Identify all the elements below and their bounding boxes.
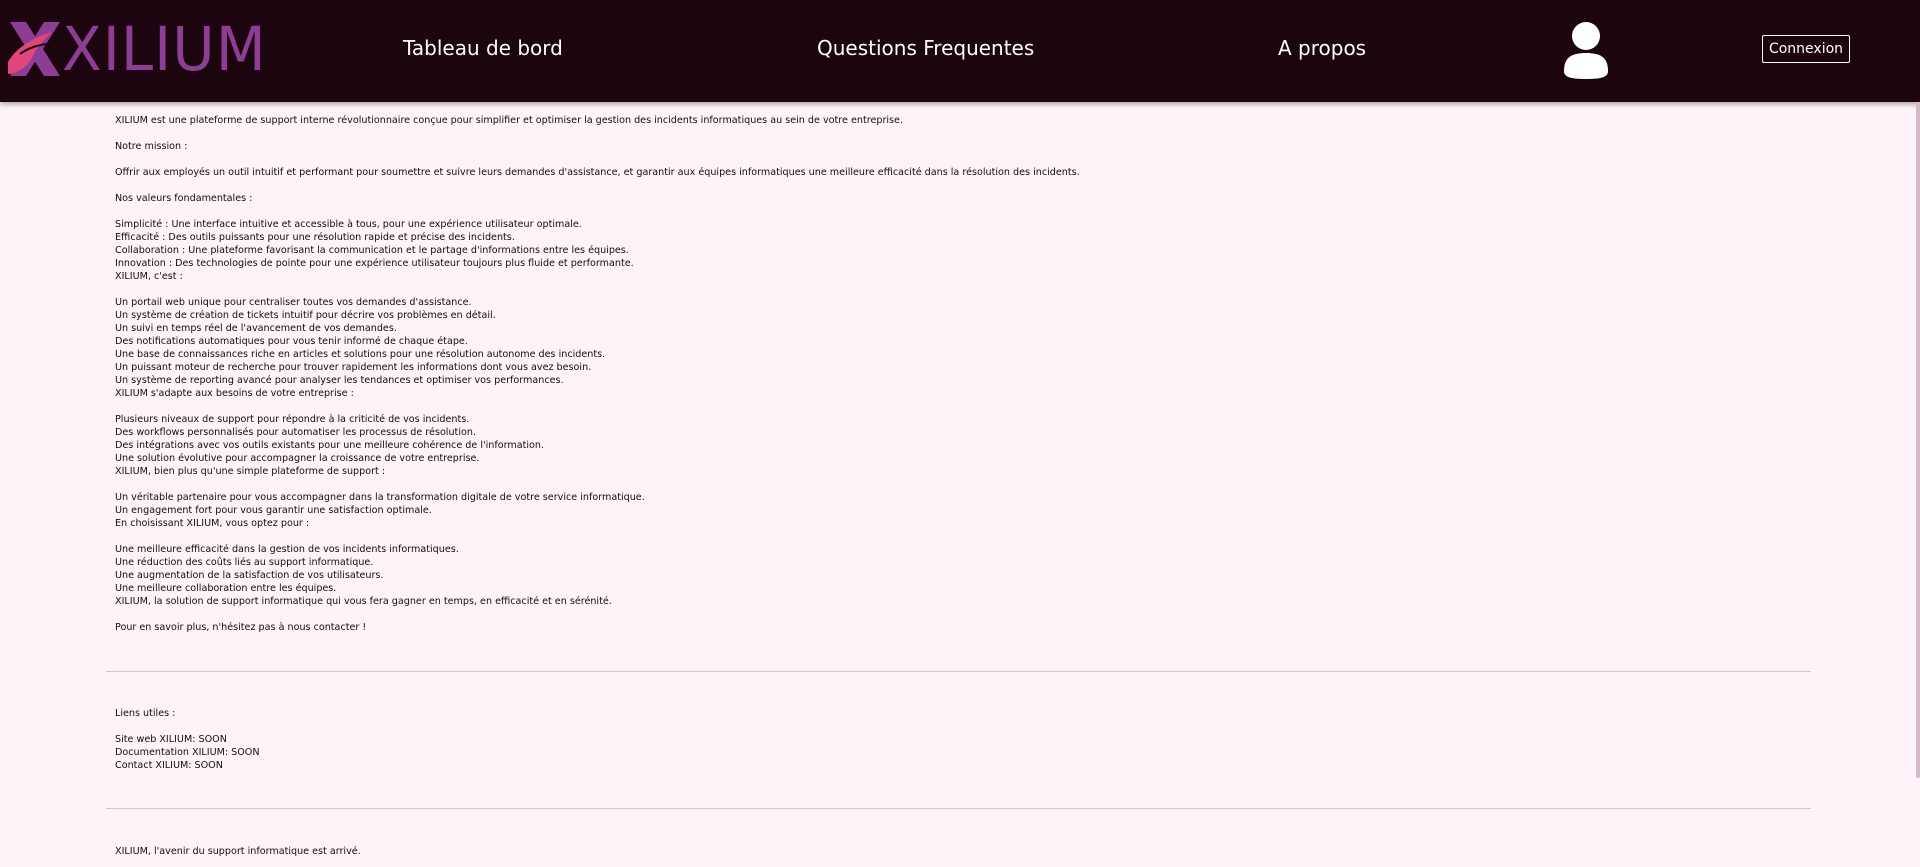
nav-link-faq[interactable]: Questions Frequentes: [817, 36, 1034, 60]
logo-mark-icon: [8, 22, 60, 76]
adapt-item: Une solution évolutive pour accompagner …: [115, 453, 480, 464]
value-item: Collaboration : Une plateforme favorisan…: [115, 245, 629, 256]
user-avatar-icon[interactable]: [1562, 21, 1610, 79]
feature-item: Un suivi en temps réel de l'avancement d…: [115, 323, 397, 334]
useful-links: Liens utiles : Site web XILIUM: SOON Doc…: [115, 707, 260, 772]
adapt-item: Plusieurs niveaux de support pour répond…: [115, 414, 470, 425]
links-title: Liens utiles :: [115, 708, 176, 719]
intro-text: XILIUM est une plateforme de support int…: [115, 115, 903, 126]
values-title: Nos valeurs fondamentales :: [115, 193, 253, 204]
login-button[interactable]: Connexion: [1762, 35, 1850, 63]
more-item: Un véritable partenaire pour vous accomp…: [115, 492, 645, 503]
footer-text: XILIUM, l'avenir du support informatique…: [115, 846, 361, 857]
tagline: XILIUM, la solution de support informati…: [115, 596, 612, 607]
link-item-website[interactable]: Site web XILIUM: SOON: [115, 733, 260, 746]
nav-link-dashboard[interactable]: Tableau de bord: [403, 36, 563, 60]
choose-title: En choisissant XILIUM, vous optez pour :: [115, 518, 310, 529]
choose-item: Une meilleure efficacité dans la gestion…: [115, 544, 459, 555]
link-item-contact[interactable]: Contact XILIUM: SOON: [115, 759, 260, 772]
about-content: XILIUM est une plateforme de support int…: [115, 114, 1815, 634]
value-item: Innovation : Des technologies de pointe …: [115, 258, 634, 269]
section-divider: [106, 671, 1811, 672]
features-title: XILIUM, c'est :: [115, 271, 183, 282]
mission-text: Offrir aux employés un outil intuitif et…: [115, 167, 1080, 178]
adapt-item: Des intégrations avec vos outils existan…: [115, 440, 545, 451]
navbar: XILIUM Tableau de bord Questions Frequen…: [0, 0, 1920, 102]
contact-cta: Pour en savoir plus, n'hésitez pas à nou…: [115, 622, 367, 633]
adapt-item: Des workflows personnalisés pour automat…: [115, 427, 476, 438]
link-item-documentation[interactable]: Documentation XILIUM: SOON: [115, 746, 260, 759]
choose-item: Une augmentation de la satisfaction de v…: [115, 570, 384, 581]
brand-logo[interactable]: XILIUM: [6, 16, 267, 82]
value-item: Efficacité : Des outils puissants pour u…: [115, 232, 515, 243]
feature-item: Un système de création de tickets intuit…: [115, 310, 496, 321]
value-item: Simplicité : Une interface intuitive et …: [115, 219, 582, 230]
section-divider: [106, 808, 1811, 809]
feature-item: Un système de reporting avancé pour anal…: [115, 375, 564, 386]
choose-item: Une meilleure collaboration entre les éq…: [115, 583, 337, 594]
page-scrollbar[interactable]: [1916, 102, 1920, 778]
more-title: XILIUM, bien plus qu'une simple platefor…: [115, 466, 386, 477]
adapts-title: XILIUM s'adapte aux besoins de votre ent…: [115, 388, 354, 399]
brand-name: XILIUM: [62, 13, 267, 85]
choose-item: Une réduction des coûts liés au support …: [115, 557, 374, 568]
nav-link-about[interactable]: A propos: [1278, 36, 1366, 60]
feature-item: Une base de connaissances riche en artic…: [115, 349, 606, 360]
feature-item: Des notifications automatiques pour vous…: [115, 336, 468, 347]
mission-title: Notre mission :: [115, 141, 188, 152]
feature-item: Un portail web unique pour centraliser t…: [115, 297, 472, 308]
more-item: Un engagement fort pour vous garantir un…: [115, 505, 432, 516]
feature-item: Un puissant moteur de recherche pour tro…: [115, 362, 592, 373]
